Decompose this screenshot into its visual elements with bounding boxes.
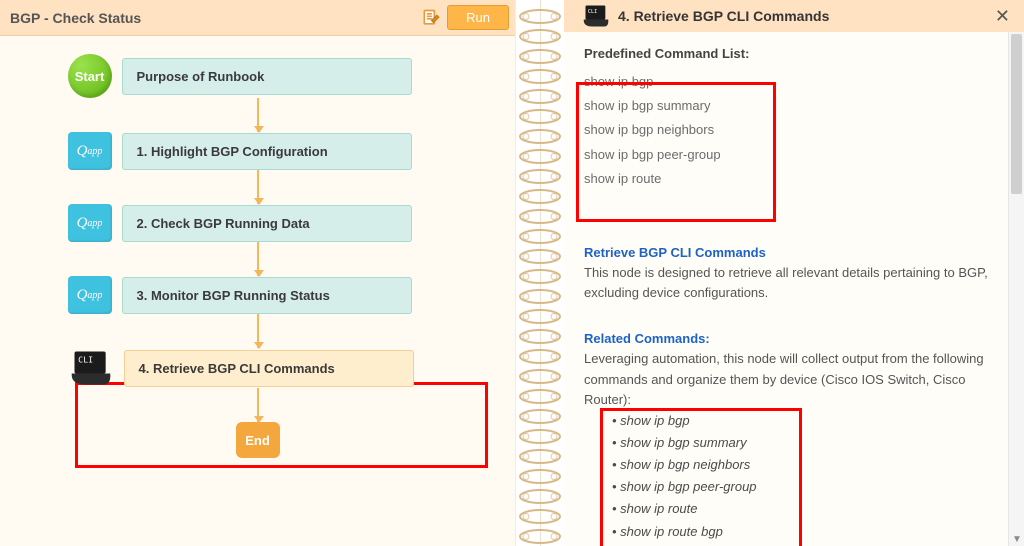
- edit-icon[interactable]: [421, 8, 441, 28]
- svg-text:CLI: CLI: [78, 355, 93, 365]
- command-item: show ip bgp peer-group: [612, 476, 990, 498]
- command-item: show ip route: [584, 167, 990, 191]
- connector-arrow: [257, 314, 259, 348]
- runbook-title: BGP - Check Status: [10, 10, 415, 26]
- connector-arrow: [257, 242, 259, 276]
- section-heading: Related Commands:: [584, 329, 990, 349]
- command-item: show ip bgp neighbors: [612, 454, 990, 476]
- scrollbar[interactable]: ▲ ▼: [1008, 32, 1024, 546]
- connector-arrow: [257, 98, 259, 132]
- svg-text:CLI: CLI: [588, 9, 597, 15]
- predefined-command-list: show ip bgpshow ip bgp summaryshow ip bg…: [584, 70, 990, 191]
- command-item: show ip bgp: [584, 70, 990, 94]
- section-heading: Retrieve BGP CLI Commands: [584, 243, 990, 263]
- spiral-binding: [516, 0, 564, 546]
- flow-node-retrieve-cli[interactable]: 4. Retrieve BGP CLI Commands: [124, 350, 414, 387]
- close-icon[interactable]: ✕: [991, 6, 1014, 27]
- runbook-flow-panel: BGP - Check Status Run Start Purpose of …: [0, 0, 516, 546]
- qapp-icon: Qapp: [68, 132, 112, 170]
- command-item: show ip bgp: [612, 410, 990, 432]
- detail-title: 4. Retrieve BGP CLI Commands: [618, 8, 991, 24]
- command-item: show ip bgp neighbors: [584, 118, 990, 142]
- qapp-icon: Qapp: [68, 276, 112, 314]
- cli-icon: CLI: [582, 4, 610, 28]
- detail-header: CLI 4. Retrieve BGP CLI Commands ✕: [564, 0, 1024, 32]
- flow-node-highlight-config[interactable]: 1. Highlight BGP Configuration: [122, 133, 412, 170]
- cli-icon: CLI: [68, 348, 114, 388]
- detail-panel: CLI 4. Retrieve BGP CLI Commands ✕ Prede…: [564, 0, 1024, 546]
- command-item: show ip bgp peer-group: [584, 143, 990, 167]
- detail-body: Predefined Command List: show ip bgpshow…: [564, 32, 1008, 546]
- flow-node-monitor-status[interactable]: 3. Monitor BGP Running Status: [122, 277, 412, 314]
- end-node-icon[interactable]: End: [236, 422, 280, 458]
- connector-arrow: [257, 170, 259, 204]
- predefined-command-section: Predefined Command List: show ip bgpshow…: [564, 32, 1008, 191]
- related-command-list: show ip bgpshow ip bgp summaryshow ip bg…: [584, 410, 990, 543]
- command-item: show ip route bgp: [612, 521, 990, 543]
- connector-arrow: [257, 388, 259, 422]
- scroll-down-icon[interactable]: ▼: [1012, 534, 1021, 546]
- command-item: show ip route: [612, 498, 990, 520]
- flow-canvas[interactable]: Start Purpose of Runbook Qapp 1. Highlig…: [0, 36, 515, 546]
- scroll-thumb[interactable]: [1011, 34, 1022, 194]
- qapp-icon: Qapp: [68, 204, 112, 242]
- run-button[interactable]: Run: [447, 5, 509, 30]
- runbook-header: BGP - Check Status Run: [0, 0, 515, 36]
- flow-node-check-running[interactable]: 2. Check BGP Running Data: [122, 205, 412, 242]
- section-body: Leveraging automation, this node will co…: [584, 349, 990, 409]
- flow-node-purpose[interactable]: Purpose of Runbook: [122, 58, 412, 95]
- command-item: show ip bgp summary: [584, 94, 990, 118]
- section-heading: Predefined Command List:: [584, 44, 990, 64]
- start-node-icon[interactable]: Start: [68, 54, 112, 98]
- section-body: This node is designed to retrieve all re…: [584, 263, 990, 303]
- description-section: Retrieve BGP CLI Commands This node is d…: [564, 231, 1008, 303]
- related-commands-section: Related Commands: Leveraging automation,…: [564, 317, 1008, 542]
- command-item: show ip bgp summary: [612, 432, 990, 454]
